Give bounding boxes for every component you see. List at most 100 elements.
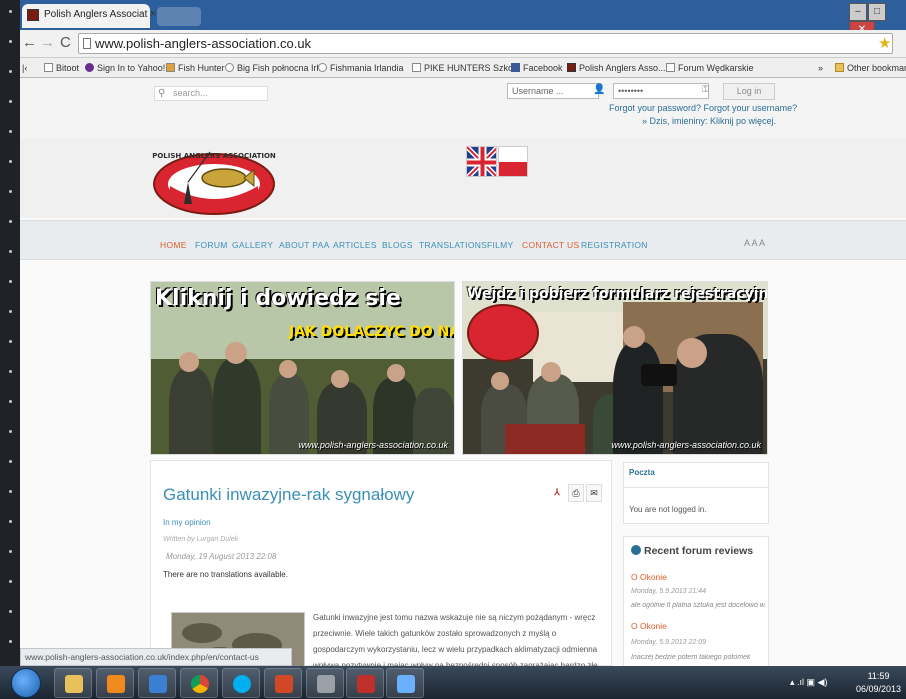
- english-flag-icon[interactable]: [466, 146, 497, 177]
- menu-articles[interactable]: ARTICLES: [333, 240, 377, 250]
- banner-title: Kliknij i dowiedz sie: [155, 286, 401, 311]
- logo-text: POLISH ANGLERS ASSOCIATION: [152, 152, 276, 160]
- bookmark-item[interactable]: Bitoot: [44, 63, 79, 73]
- forgot-credentials-links[interactable]: Forgot your password? Forgot your userna…: [609, 103, 797, 113]
- folder-icon: [65, 675, 83, 693]
- media-player-icon: [107, 675, 125, 693]
- new-tab-button[interactable]: [157, 7, 201, 26]
- review-text[interactable]: ale ogólnie tl platna sztuka jest docelo…: [631, 602, 771, 609]
- review-date: Monday, 5.9.2013 21:44: [631, 588, 706, 595]
- folder-icon: [835, 63, 844, 72]
- site-logo[interactable]: POLISH ANGLERS ASSOCIATION: [150, 142, 278, 222]
- article-body: Gatunki inwazyjne jest tomu nazwa wskazu…: [313, 613, 598, 666]
- powerpoint-taskbar-button[interactable]: [264, 668, 302, 698]
- bookmark-label: Polish Anglers Asso...: [579, 63, 666, 73]
- bookmark-item[interactable]: Sign In to Yahoo!: [85, 63, 165, 73]
- bookmark-label: Sign In to Yahoo!: [97, 63, 166, 73]
- messenger-taskbar-button[interactable]: [138, 668, 176, 698]
- maximize-button[interactable]: □: [868, 3, 886, 21]
- banner-watermark: www.polish-anglers-association.co.uk: [298, 440, 448, 450]
- window-controls: –□✕: [848, 3, 906, 39]
- article-author: Written by Lurgan Dulek: [163, 536, 239, 543]
- page-icon: [83, 38, 91, 49]
- review-text[interactable]: Inaczej bedzie potem takiego potomek: [631, 654, 771, 661]
- acrobat-taskbar-button[interactable]: [346, 668, 384, 698]
- recent-reviews-label: Recent forum reviews: [644, 545, 754, 557]
- menu-translations[interactable]: TRANSLATIONS: [419, 240, 487, 250]
- review-author[interactable]: O Okonie: [631, 572, 667, 582]
- bookmark-item[interactable]: Forum Wędkarskie: [666, 63, 754, 73]
- menu-blogs[interactable]: BLOGS: [382, 240, 413, 250]
- polish-flag-icon[interactable]: [498, 146, 528, 177]
- desktop-edge-strip: [0, 0, 20, 670]
- print-icon[interactable]: ⎙: [568, 484, 584, 502]
- menu-about[interactable]: ABOUT PAA: [279, 240, 330, 250]
- paint-taskbar-button[interactable]: [386, 668, 424, 698]
- user-icon: 👤: [593, 84, 606, 95]
- review-author[interactable]: O Okonie: [631, 621, 667, 631]
- bookmark-label: PIKE HUNTERS Szko...: [424, 63, 521, 73]
- address-bar[interactable]: www.polish-anglers-association.co.uk: [78, 33, 893, 54]
- divider: [623, 487, 769, 488]
- password-field[interactable]: ••••••••: [613, 83, 709, 99]
- minimize-button[interactable]: –: [849, 3, 867, 21]
- address-url: www.polish-anglers-association.co.uk: [95, 36, 312, 51]
- bookmark-item[interactable]: Big Fish połnocna Irl...: [225, 63, 326, 73]
- search-placeholder: search...: [173, 88, 208, 98]
- chrome-icon: [191, 675, 209, 693]
- bookmark-star-icon[interactable]: ★: [878, 34, 891, 52]
- font-size-controls[interactable]: A A A: [744, 238, 765, 248]
- app-taskbar-button[interactable]: [306, 668, 344, 698]
- reload-icon[interactable]: C: [60, 34, 71, 51]
- menu-home[interactable]: HOME: [160, 240, 187, 250]
- recent-reviews-title: Recent forum reviews: [631, 545, 753, 557]
- bookmark-item[interactable]: Other bookmarks: [835, 63, 906, 73]
- username-field[interactable]: Username ...: [507, 83, 599, 99]
- bookmark-item[interactable]: PIKE HUNTERS Szko...: [412, 63, 521, 73]
- forward-arrow-icon[interactable]: →: [40, 34, 55, 51]
- browser-tab[interactable]: Polish Anglers Associat: [22, 4, 150, 28]
- acrobat-icon: [357, 675, 375, 693]
- skype-icon: [233, 675, 251, 693]
- media-player-taskbar-button[interactable]: [96, 668, 134, 698]
- system-tray[interactable]: ▴ .ıl ▣ ◀): [790, 677, 827, 688]
- nameday-link[interactable]: » Dzis, imieniny: Kliknij po więcej.: [642, 116, 776, 126]
- tab-title: Polish Anglers Associat: [44, 9, 148, 20]
- tab-close-icon[interactable]: ×: [150, 8, 156, 20]
- menu-gallery[interactable]: GALLERY: [232, 240, 273, 250]
- menu-registration[interactable]: REGISTRATION: [581, 240, 648, 250]
- clock[interactable]: 11:59 06/09/2013: [856, 670, 901, 696]
- pdf-icon[interactable]: ⅄: [549, 484, 565, 502]
- start-button[interactable]: [11, 668, 41, 698]
- apps-icon[interactable]: |‹: [22, 63, 27, 73]
- back-arrow-icon[interactable]: ←: [22, 34, 37, 51]
- bookmark-label: Fish Hunter: [178, 63, 225, 73]
- search-input[interactable]: ⚲ search...: [154, 86, 268, 101]
- search-icon: ⚲: [158, 88, 166, 99]
- chrome-taskbar-button[interactable]: [180, 668, 218, 698]
- menu-filmy[interactable]: FILMY: [487, 240, 514, 250]
- menu-contact[interactable]: CONTACT US: [522, 240, 579, 250]
- login-module-title[interactable]: Poczta: [629, 468, 655, 477]
- site-favicon-icon: [27, 9, 39, 21]
- article-title[interactable]: Gatunki inwazyjne-rak sygnałowy: [163, 485, 414, 505]
- overflow-icon[interactable]: »: [818, 63, 823, 73]
- bookmark-item[interactable]: Fishmania Irlandia: [318, 63, 404, 73]
- registration-form-banner[interactable]: Wejdz i pobierz formularz rejestracyjny …: [462, 281, 768, 455]
- messenger-icon: [149, 675, 167, 693]
- explorer-taskbar-button[interactable]: [54, 668, 92, 698]
- login-button[interactable]: Log in: [723, 83, 775, 100]
- menu-forum[interactable]: FORUM: [195, 240, 228, 250]
- bookmark-item[interactable]: Facebook: [511, 63, 563, 73]
- page-icon: [44, 63, 53, 72]
- article-category[interactable]: In my opinion: [163, 518, 211, 527]
- join-us-banner[interactable]: Kliknij i dowiedz sie JAK DOLACZYC DO NA…: [150, 281, 455, 455]
- no-translations-notice: There are no translations available.: [163, 570, 288, 579]
- bookmark-item[interactable]: Polish Anglers Asso...: [567, 63, 666, 73]
- bookmark-item[interactable]: Fish Hunter: [166, 63, 225, 73]
- email-icon[interactable]: ✉: [586, 484, 602, 502]
- fish-hunter-icon: [166, 63, 175, 72]
- page-icon: [412, 63, 421, 72]
- bookmark-label: Big Fish połnocna Irl...: [237, 63, 327, 73]
- skype-taskbar-button[interactable]: [222, 668, 260, 698]
